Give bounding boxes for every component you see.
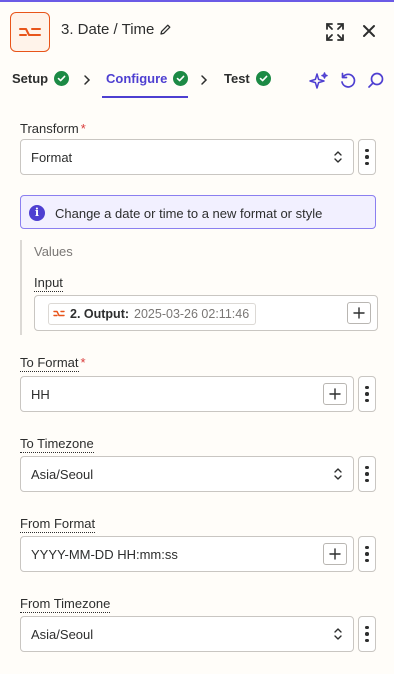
step-header: 3. Date / Time — [0, 2, 394, 62]
values-title: Values — [34, 244, 73, 259]
undo-icon[interactable] — [339, 71, 357, 94]
tab-setup[interactable]: Setup — [12, 71, 70, 86]
input-label: Input — [34, 275, 63, 292]
chevron-up-down-icon — [333, 150, 343, 167]
to-timezone-value: Asia/Seoul — [31, 467, 94, 482]
input-add-button[interactable] — [347, 302, 371, 324]
to-format-label: To Format * — [20, 355, 86, 372]
to-format-field[interactable]: HH — [20, 376, 354, 412]
from-format-field[interactable]: YYYY-MM-DD HH:mm:ss — [20, 536, 354, 572]
from-timezone-select[interactable]: Asia/Seoul — [20, 616, 354, 652]
date-time-app-icon — [10, 12, 50, 52]
values-group: Values Input 2. Output: 2025-03-26 02:11… — [20, 240, 378, 335]
transform-label: Transform * — [20, 121, 86, 136]
to-format-add-button[interactable] — [323, 383, 347, 405]
chevron-right-icon — [83, 73, 91, 91]
search-icon[interactable] — [367, 71, 385, 94]
transform-select[interactable]: Format — [20, 139, 354, 175]
input-field[interactable]: 2. Output: 2025-03-26 02:11:46 — [34, 295, 378, 331]
info-icon: i — [29, 205, 45, 221]
from-format-add-button[interactable] — [323, 543, 347, 565]
info-text: Change a date or time to a new format or… — [55, 206, 323, 221]
input-mapped-value-pill[interactable]: 2. Output: 2025-03-26 02:11:46 — [48, 303, 257, 325]
to-timezone-label: To Timezone — [20, 436, 94, 453]
to-format-more-button[interactable] — [358, 376, 376, 412]
expand-icon[interactable] — [325, 22, 345, 47]
transform-more-button[interactable] — [358, 139, 376, 175]
check-circle-icon — [173, 71, 189, 86]
input-step-value: 2025-03-26 02:11:46 — [134, 307, 250, 321]
tab-label: Setup — [12, 71, 49, 86]
check-circle-icon — [255, 71, 271, 86]
from-format-more-button[interactable] — [358, 536, 376, 572]
tab-label: Configure — [106, 71, 168, 86]
pencil-icon[interactable] — [159, 23, 172, 41]
from-format-value: YYYY-MM-DD HH:mm:ss — [31, 547, 178, 562]
chevron-up-down-icon — [333, 627, 343, 644]
check-circle-icon — [54, 71, 70, 86]
info-banner: i Change a date or time to a new format … — [20, 195, 376, 229]
tab-label: Test — [224, 71, 250, 86]
to-timezone-select[interactable]: Asia/Seoul — [20, 456, 354, 492]
sparkle-icon[interactable] — [309, 71, 329, 96]
input-step-label: 2. Output: — [70, 307, 130, 321]
transform-value: Format — [31, 150, 73, 165]
tab-configure[interactable]: Configure — [106, 71, 189, 86]
from-timezone-more-button[interactable] — [358, 616, 376, 652]
step-title[interactable]: 3. Date / Time — [61, 21, 154, 38]
tab-test[interactable]: Test — [224, 71, 271, 86]
chevron-right-icon — [200, 73, 208, 91]
date-time-icon — [53, 307, 65, 321]
step-tabs: Setup Configure Test — [0, 62, 394, 99]
to-format-value: HH — [31, 387, 50, 402]
chevron-up-down-icon — [333, 467, 343, 484]
from-timezone-label: From Timezone — [20, 596, 111, 613]
from-format-label: From Format — [20, 516, 96, 533]
active-tab-indicator — [102, 96, 188, 98]
from-timezone-value: Asia/Seoul — [31, 627, 94, 642]
to-timezone-more-button[interactable] — [358, 456, 376, 492]
close-icon[interactable] — [362, 24, 376, 43]
